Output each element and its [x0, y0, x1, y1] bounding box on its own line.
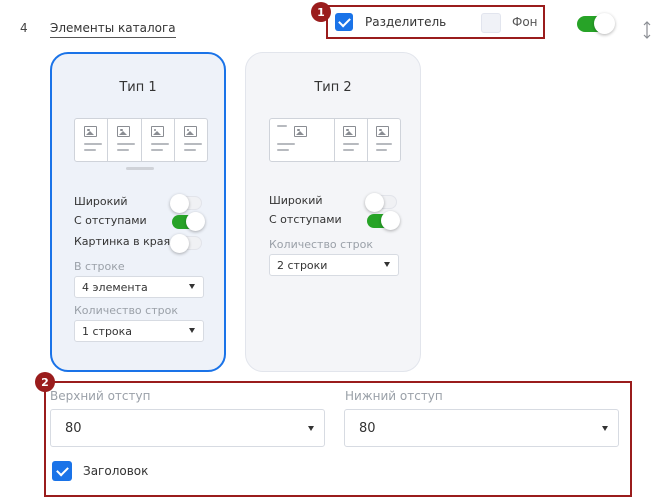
preview-cell-wide — [270, 119, 335, 161]
background-label: Фон — [512, 15, 538, 29]
per-row-label: В строке — [74, 260, 125, 273]
top-padding-label: Верхний отступ — [50, 389, 151, 403]
preview-cell — [175, 119, 207, 161]
callout-badge-1: 1 — [311, 2, 331, 22]
rows-count-select[interactable]: 2 строки — [269, 254, 399, 276]
rows-count-value: 2 строки — [277, 258, 328, 272]
wide-toggle[interactable] — [170, 194, 202, 213]
per-row-select[interactable]: 4 элемента — [74, 276, 204, 298]
option-label-padding: С отступами — [269, 213, 342, 226]
image-icon — [84, 126, 97, 137]
bottom-padding-select[interactable]: 80 — [344, 409, 619, 447]
layout-type-2-card[interactable]: Тип 2 Широкий С отступами Количество стр… — [245, 52, 421, 372]
dropdown-arrow-icon — [189, 328, 195, 333]
image-icon — [183, 126, 197, 137]
preview-cell — [108, 119, 142, 161]
card-title: Тип 1 — [119, 80, 157, 95]
image-icon — [343, 126, 356, 137]
image-icon — [117, 126, 131, 137]
layout-preview — [74, 118, 208, 162]
image-icon — [150, 126, 164, 137]
option-label-wide: Широкий — [269, 194, 323, 207]
rows-count-label: Количество строк — [74, 304, 178, 317]
divider-checkbox[interactable] — [335, 13, 353, 31]
dropdown-arrow-icon — [308, 426, 314, 431]
bottom-padding-label: Нижний отступ — [345, 389, 443, 403]
image-icon — [376, 126, 389, 137]
toggle-knob — [594, 13, 615, 34]
top-padding-select[interactable]: 80 — [50, 409, 325, 447]
dropdown-arrow-icon — [602, 426, 608, 431]
toggle-knob — [186, 212, 205, 231]
vertical-resize-icon[interactable] — [642, 19, 652, 41]
dropdown-arrow-icon — [384, 262, 390, 267]
heading-checkbox[interactable] — [52, 461, 72, 481]
toggle-knob — [365, 193, 384, 212]
toggle-knob — [170, 194, 189, 213]
toggle-knob — [170, 234, 189, 253]
preview-cell — [75, 119, 109, 161]
image-icon — [294, 126, 307, 137]
section-enable-toggle[interactable] — [577, 13, 615, 34]
padding-toggle[interactable] — [172, 212, 205, 231]
section-title[interactable]: Элементы каталога — [50, 21, 176, 38]
heading-label: Заголовок — [83, 464, 149, 478]
wide-toggle[interactable] — [365, 193, 397, 212]
dropdown-arrow-icon — [189, 284, 195, 289]
preview-cell — [142, 119, 175, 161]
image-edge-toggle[interactable] — [170, 234, 202, 253]
bottom-padding-value: 80 — [359, 420, 376, 436]
option-label-image-edge: Картинка в края — [74, 235, 171, 248]
toggle-knob — [381, 211, 400, 230]
row-number: 4 — [20, 21, 28, 35]
preview-cell — [335, 119, 368, 161]
preview-scroll-indicator — [126, 167, 154, 170]
option-label-padding: С отступами — [74, 214, 147, 227]
rows-count-select[interactable]: 1 строка — [74, 320, 204, 342]
option-label-wide: Широкий — [74, 195, 128, 208]
preview-cell — [368, 119, 400, 161]
rows-count-label: Количество строк — [269, 238, 373, 251]
divider-label: Разделитель — [365, 15, 447, 29]
layout-type-1-card[interactable]: Тип 1 Широкий С отступами Картинка в кра… — [50, 52, 226, 372]
per-row-value: 4 элемента — [82, 280, 148, 294]
top-padding-value: 80 — [65, 420, 82, 436]
background-checkbox[interactable] — [481, 13, 501, 33]
rows-count-value: 1 строка — [82, 324, 133, 338]
layout-preview — [269, 118, 401, 162]
padding-toggle[interactable] — [367, 211, 400, 230]
card-title: Тип 2 — [314, 80, 352, 95]
